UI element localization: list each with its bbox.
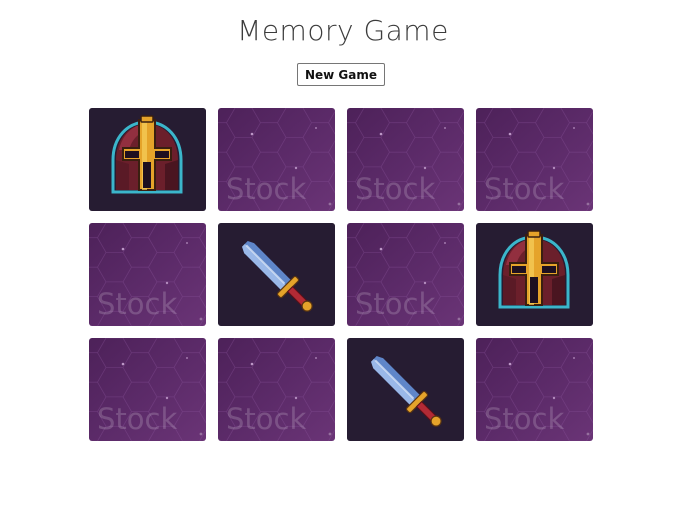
card-back-watermark: Stock (484, 172, 564, 206)
card-back-watermark: Stock (484, 402, 564, 436)
card-back-watermark: Stock (226, 172, 306, 206)
card-back-pattern: Stock (218, 338, 335, 441)
memory-card-face-down[interactable]: Stock (218, 108, 335, 211)
memory-card-face-down[interactable]: Stock (89, 223, 206, 326)
memory-card-face-down[interactable]: Stock (476, 108, 593, 211)
memory-card-face-down[interactable]: Stock (476, 338, 593, 441)
memory-card-face-up[interactable] (476, 223, 593, 326)
card-back-pattern: Stock (89, 223, 206, 326)
card-back-watermark: Stock (355, 287, 435, 321)
game-board: Stock Stock Stock Stock Stock Stock Stoc… (89, 108, 593, 441)
page-title: Memory Game (237, 14, 449, 47)
card-back-pattern: Stock (476, 108, 593, 211)
card-back-pattern: Stock (89, 338, 206, 441)
memory-card-face-up[interactable] (347, 338, 464, 441)
memory-card-face-down[interactable]: Stock (218, 338, 335, 441)
memory-card-face-down[interactable]: Stock (89, 338, 206, 441)
memory-card-face-down[interactable]: Stock (347, 108, 464, 211)
card-back-watermark: Stock (226, 402, 306, 436)
memory-card-face-up[interactable] (218, 223, 335, 326)
sword-icon (347, 338, 464, 441)
memory-game-page: Memory Game New Game Stock Stock Stock S… (0, 0, 686, 506)
card-back-pattern: Stock (218, 108, 335, 211)
card-back-watermark: Stock (97, 402, 177, 436)
card-back-watermark: Stock (97, 287, 177, 321)
helmet-icon (89, 108, 206, 211)
memory-card-face-up[interactable] (89, 108, 206, 211)
card-back-watermark: Stock (355, 172, 435, 206)
card-back-pattern: Stock (347, 108, 464, 211)
new-game-button[interactable]: New Game (297, 63, 385, 86)
sword-icon (218, 223, 335, 326)
memory-card-face-down[interactable]: Stock (347, 223, 464, 326)
card-back-pattern: Stock (347, 223, 464, 326)
card-back-pattern: Stock (476, 338, 593, 441)
helmet-icon (476, 223, 593, 326)
